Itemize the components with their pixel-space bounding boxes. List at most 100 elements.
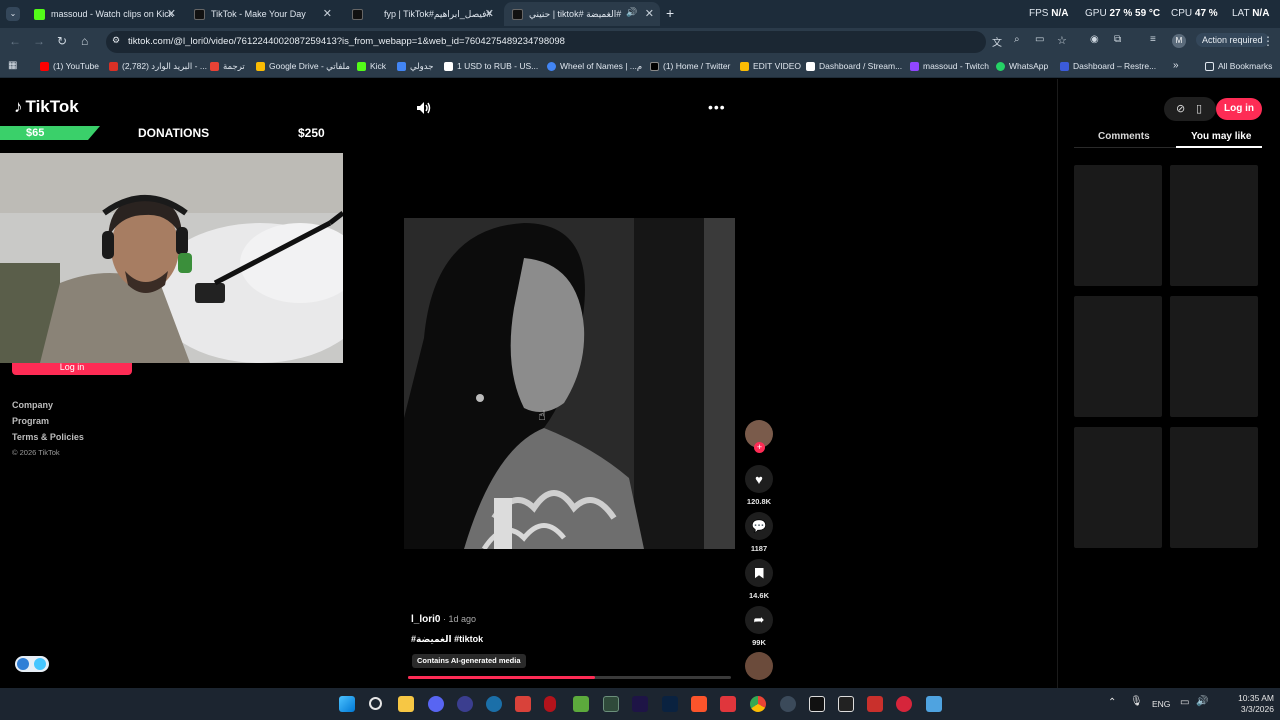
more-bookmarks-icon[interactable]: » [1173,60,1179,71]
address-bar[interactable]: ⚙ tiktok.com/@l_lori0/video/761224400208… [106,31,986,53]
app-icon-5[interactable] [780,696,796,712]
close-icon[interactable]: ✕ [323,7,332,20]
footer-terms[interactable]: Terms & Policies [12,432,84,442]
file-explorer-icon[interactable] [398,696,414,712]
bookmark-gmail[interactable]: (2,782) البريد الوارد - ... [109,61,207,72]
suggested-thumb-3[interactable] [1074,296,1162,417]
menu-icon[interactable]: ⋮ [1262,34,1274,48]
like-button[interactable]: ♥ [745,465,773,493]
app-icon-6[interactable] [838,696,854,712]
suggested-thumb-2[interactable] [1170,165,1258,286]
forward-icon[interactable]: → [33,34,45,48]
clock[interactable]: 10:35 AM 3/3/2026 [1238,693,1274,715]
home-icon[interactable]: ⌂ [81,34,88,48]
discord-icon[interactable] [428,696,444,712]
language-indicator[interactable]: ENG [1152,699,1170,709]
media-icon[interactable]: ≡ [1150,34,1156,45]
tab-kick[interactable]: massoud - Watch clips on Kick ✕ [26,2,182,26]
app-icon-4[interactable] [720,696,736,712]
bookmark-sheet[interactable]: جدولي [397,61,434,72]
bookmark-twitch[interactable]: massoud - Twitch [910,61,989,71]
excel-icon[interactable] [603,696,619,712]
bookmark-youtube[interactable]: (1) YouTube [40,61,99,71]
video-hashtags[interactable]: #الغميضة #tiktok [411,634,483,645]
network-icon[interactable]: ▭ [1180,697,1189,708]
premiere-icon[interactable] [632,696,648,712]
bookmark-usd-rub[interactable]: 1 USD to RUB - US... [444,61,538,71]
puzzle-icon[interactable]: ⧉ [1114,34,1121,45]
video-author[interactable]: l_lori0 · 1d ago [411,614,476,625]
app-icon-2[interactable] [544,696,556,712]
app-icon-3[interactable] [573,696,589,712]
creator-avatar[interactable]: + [745,420,773,453]
photoshop-icon[interactable] [662,696,678,712]
tiktok-logo[interactable]: ♪ TikTok [14,97,79,117]
music-disc[interactable] [745,652,773,680]
bookmark-wheel[interactable]: Wheel of Names | ...م [547,61,642,72]
chrome-icon[interactable] [750,696,766,712]
bookmark-drive[interactable]: Google Drive - ملفاتي [256,61,350,72]
translate-icon[interactable]: 文 [992,34,1002,49]
tab-comments[interactable]: Comments [1098,131,1150,142]
bookmark-whatsapp[interactable]: WhatsApp [996,61,1048,71]
tab-tiktok-home[interactable]: TikTok - Make Your Day ✕ [186,2,338,26]
star-icon[interactable]: ☆ [1057,34,1067,47]
bookmark-dashboard-stream[interactable]: Dashboard / Stream... [806,61,902,71]
back-icon[interactable]: ← [9,34,21,48]
tab-tiktok-video[interactable]: حنيني | tiktok# الغميضة# 🔊 ✕ [504,2,660,26]
action-required-button[interactable]: Action required [1196,33,1269,47]
notepad-icon[interactable] [926,696,942,712]
tray-chevron-icon[interactable]: ⌃ [1108,697,1116,708]
suggested-thumb-5[interactable] [1074,427,1162,548]
app-icon-1[interactable] [515,696,531,712]
left-login-button[interactable]: Log in [12,363,132,375]
suggested-thumb-6[interactable] [1170,427,1258,548]
suggested-thumb-1[interactable] [1074,165,1162,286]
volume-icon[interactable] [416,101,432,115]
capcut-icon[interactable] [809,696,825,712]
tab-search-icon[interactable]: ⌄ [6,7,20,21]
more-options-icon[interactable]: ••• [708,99,726,115]
share-button[interactable]: ➦ [745,606,773,634]
bookmark-kick[interactable]: Kick [357,61,386,71]
bookmark-twitter[interactable]: (1) Home / Twitter [650,61,730,71]
reload-icon[interactable]: ↻ [57,34,67,48]
comment-button[interactable]: 💬 [745,512,773,540]
speaker-icon[interactable]: 🔊 [1196,696,1208,707]
login-button[interactable]: Log in [1216,98,1262,120]
close-icon[interactable]: ✕ [167,7,176,20]
video-player[interactable] [404,218,735,549]
tab-tiktok-2[interactable] [344,2,370,26]
app-icon-7[interactable] [867,696,883,712]
footer-program[interactable]: Program [12,416,49,426]
brave-icon[interactable] [691,696,707,712]
extension-icon[interactable]: ◉ [1090,34,1099,45]
tab-tiktok-fyp[interactable]: fyp | TikTok#فيصل_ابراهيم# ✕ [376,2,500,26]
follow-plus-icon[interactable]: + [754,442,765,453]
video-progress-bar[interactable] [408,676,731,679]
site-info-icon[interactable]: ⚙ [112,35,120,46]
apps-icon[interactable]: ▦ [8,60,17,71]
author-username[interactable]: l_lori0 [411,614,440,625]
new-tab-button[interactable]: + [666,5,674,21]
zoom-icon[interactable]: ⌕ [1014,34,1020,45]
close-icon[interactable]: ✕ [645,7,654,20]
app-icon-8[interactable] [896,696,912,712]
cast-icon[interactable]: ▭ [1035,34,1044,45]
speaker-icon[interactable]: 🔊 [626,7,637,18]
footer-company[interactable]: Company [12,400,53,410]
all-bookmarks[interactable]: All Bookmarks [1205,61,1272,71]
bookmark-translate[interactable]: ترجمة [210,61,245,72]
microphone-icon[interactable]: 🎙 [1130,696,1143,707]
floating-widget[interactable] [15,656,49,672]
save-button[interactable] [745,559,773,587]
suggested-thumb-4[interactable] [1170,296,1258,417]
start-icon[interactable] [339,696,355,712]
tab-you-may-like[interactable]: You may like [1191,131,1251,142]
compass-icon[interactable]: ⊘ [1176,102,1185,115]
device-icon[interactable]: ▯ [1196,102,1202,115]
steam-icon[interactable] [486,696,502,712]
close-icon[interactable]: ✕ [485,7,494,20]
media-player-icon[interactable] [457,696,473,712]
bookmark-restream[interactable]: Dashboard – Restre... [1060,61,1156,71]
